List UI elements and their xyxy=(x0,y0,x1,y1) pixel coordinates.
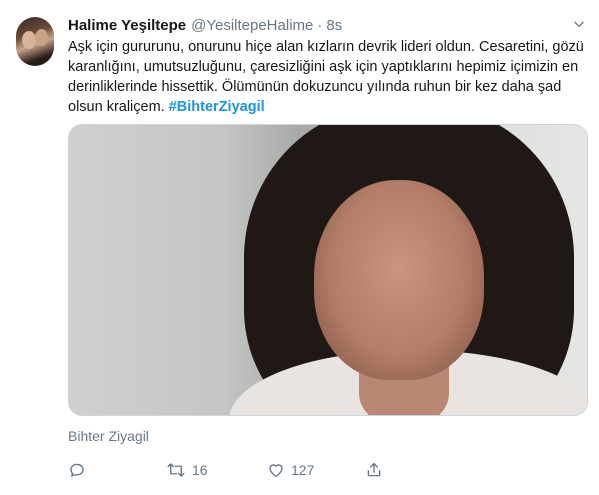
retweet-button[interactable]: 16 xyxy=(166,459,208,481)
user-handle[interactable]: @YesiltepeHalime xyxy=(191,17,313,34)
separator-dot: · xyxy=(317,16,323,34)
tweet-text: Aşk için gururunu, onurunu hiçe alan kız… xyxy=(68,37,588,117)
media-caption[interactable]: Bihter Ziyagil xyxy=(68,428,149,444)
reply-icon xyxy=(68,461,86,479)
avatar-face-left xyxy=(22,31,36,49)
chevron-down-icon[interactable] xyxy=(571,16,587,32)
heart-icon xyxy=(267,461,285,479)
share-button[interactable] xyxy=(365,459,383,481)
like-count: 127 xyxy=(291,462,315,478)
timestamp[interactable]: 8s xyxy=(326,17,342,34)
retweet-count: 16 xyxy=(192,462,208,478)
photo-face xyxy=(314,180,484,380)
tweet-photo[interactable] xyxy=(68,124,588,416)
reply-button[interactable] xyxy=(68,459,86,481)
tweet[interactable]: Halime Yeşiltepe @YesiltepeHalime · 8s A… xyxy=(0,0,599,495)
retweet-icon xyxy=(166,461,186,479)
tweet-actions: 16 127 xyxy=(68,459,398,481)
avatar[interactable] xyxy=(16,17,54,66)
share-icon xyxy=(365,461,383,479)
display-name[interactable]: Halime Yeşiltepe xyxy=(68,17,186,34)
hashtag-link[interactable]: #BihterZiyagil xyxy=(169,99,265,115)
tweet-header: Halime Yeşiltepe @YesiltepeHalime · 8s xyxy=(68,14,342,36)
like-button[interactable]: 127 xyxy=(267,459,314,481)
tweet-body: Aşk için gururunu, onurunu hiçe alan kız… xyxy=(68,39,584,115)
avatar-face-right xyxy=(35,29,48,46)
